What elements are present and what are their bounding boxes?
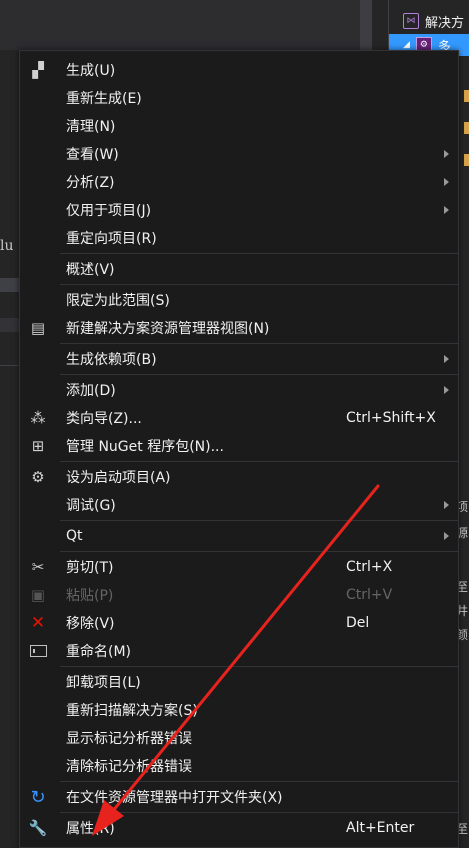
submenu-arrow-icon — [444, 386, 449, 394]
submenu-arrow-icon — [444, 355, 449, 363]
wrench-icon: 🔧 — [28, 819, 48, 837]
nuget-package-icon: ⊞ — [31, 437, 45, 455]
new-view-icon: ▤ — [30, 319, 46, 337]
menu-separator — [60, 812, 458, 813]
menu-item-retarget[interactable]: 重定向项目(R) — [20, 224, 458, 252]
scissors-icon: ✂ — [31, 558, 45, 576]
menu-item-view[interactable]: 查看(W) — [20, 140, 458, 168]
menu-item-set-startup[interactable]: ⚙ 设为启动项目(A) — [20, 463, 458, 491]
menu-item-clear-analyzer-errors[interactable]: 清除标记分析器错误 — [20, 752, 458, 780]
submenu-arrow-icon — [444, 206, 449, 214]
menu-separator — [60, 284, 458, 285]
submenu-arrow-icon — [444, 150, 449, 158]
menu-separator — [60, 781, 458, 782]
refresh-arrow-icon: ↻ — [30, 786, 46, 808]
menu-item-remove[interactable]: ✕ 移除(V) Del — [20, 609, 458, 637]
editor-scrollbar[interactable] — [360, 0, 372, 50]
solution-label: 解决方 — [425, 15, 465, 31]
submenu-arrow-icon — [444, 178, 449, 186]
menu-separator — [60, 374, 458, 375]
menu-item-debug[interactable]: 调试(G) — [20, 491, 458, 519]
menu-item-clean[interactable]: 清理(N) — [20, 112, 458, 140]
editor-divider — [0, 365, 20, 366]
menu-separator — [60, 551, 458, 552]
menu-item-build[interactable]: ▞ 生成(U) — [20, 56, 458, 84]
menu-item-properties[interactable]: 🔧 属性(R) Alt+Enter — [20, 814, 458, 842]
menu-separator — [60, 520, 458, 521]
remove-x-icon: ✕ — [30, 613, 46, 633]
menu-item-add[interactable]: 添加(D) — [20, 376, 458, 404]
menu-item-new-explorer-view[interactable]: ▤ 新建解决方案资源管理器视图(N) — [20, 314, 458, 342]
menu-item-paste[interactable]: ▣ 粘贴(P) Ctrl+V — [20, 581, 458, 609]
editor-top-strip — [0, 0, 360, 50]
menu-item-rename[interactable]: 重命名(M) — [20, 637, 458, 665]
menu-separator — [60, 461, 458, 462]
editor-row-highlight — [0, 278, 20, 292]
class-wizard-icon: ⁂ — [30, 409, 46, 427]
menu-item-qt[interactable]: Qt — [20, 522, 458, 550]
editor-row-shade — [0, 318, 20, 332]
menu-item-show-analyzer-errors[interactable]: 显示标记分析器错误 — [20, 724, 458, 752]
rename-icon — [28, 641, 48, 661]
menu-item-overview[interactable]: 概述(V) — [20, 255, 458, 283]
menu-item-rescan[interactable]: 重新扫描解决方案(S) — [20, 696, 458, 724]
editor-partial-text: lu — [0, 238, 14, 254]
expand-triangle-icon: ◢ — [403, 40, 410, 50]
menu-item-manage-nuget[interactable]: ⊞ 管理 NuGet 程序包(N)... — [20, 432, 458, 460]
menu-separator — [60, 253, 458, 254]
menu-item-unload[interactable]: 卸载项目(L) — [20, 668, 458, 696]
menu-item-project-only[interactable]: 仅用于项目(J) — [20, 196, 458, 224]
menu-item-rebuild[interactable]: 重新生成(E) — [20, 84, 458, 112]
menu-item-class-wizard[interactable]: ⁂ 类向导(Z)... Ctrl+Shift+X — [20, 404, 458, 432]
menu-item-open-in-explorer[interactable]: ↻ 在文件资源管理器中打开文件夹(X) — [20, 783, 458, 811]
menu-item-analyze[interactable]: 分析(Z) — [20, 168, 458, 196]
menu-item-cut[interactable]: ✂ 剪切(T) Ctrl+X — [20, 553, 458, 581]
clipboard-icon: ▣ — [30, 586, 46, 604]
build-icon: ▞ — [32, 61, 44, 79]
solution-node[interactable]: ⋈ 解决方 — [389, 10, 464, 32]
menu-item-build-dependencies[interactable]: 生成依赖项(B) — [20, 345, 458, 373]
submenu-arrow-icon — [444, 532, 449, 540]
gear-icon: ⚙ — [31, 468, 45, 486]
project-context-menu: ▞ 生成(U) 重新生成(E) 清理(N) 查看(W) 分析(Z) 仅用于项目(… — [19, 50, 459, 848]
submenu-arrow-icon — [444, 501, 449, 509]
menu-separator — [60, 343, 458, 344]
solution-icon: ⋈ — [403, 13, 419, 29]
menu-separator — [60, 666, 458, 667]
menu-item-scope-to-this[interactable]: 限定为此范围(S) — [20, 286, 458, 314]
